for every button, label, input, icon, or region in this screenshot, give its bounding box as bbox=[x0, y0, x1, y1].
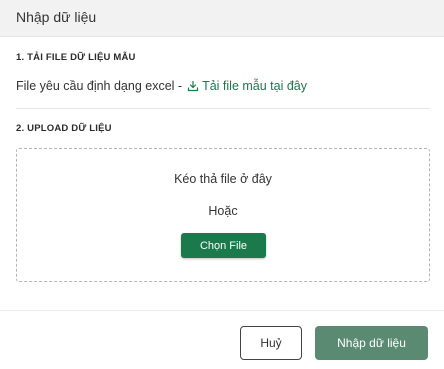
template-requirement-row: File yêu cầu định dạng excel - Tải file … bbox=[16, 79, 307, 93]
footer-divider bbox=[0, 310, 444, 311]
import-data-button[interactable]: Nhập dữ liệu bbox=[315, 326, 428, 360]
cancel-button[interactable]: Huỷ bbox=[240, 326, 302, 360]
file-dropzone[interactable]: Kéo thả file ở đây Hoặc Chọn File bbox=[16, 148, 430, 282]
download-icon bbox=[187, 80, 199, 92]
or-text: Hoặc bbox=[208, 204, 238, 218]
download-template-link[interactable]: Tải file mẫu tại đây bbox=[187, 79, 307, 93]
download-link-label: Tải file mẫu tại đây bbox=[202, 79, 307, 93]
choose-file-button[interactable]: Chọn File bbox=[181, 233, 266, 258]
import-data-dialog: Nhập dữ liệu 1. TẢI FILE DỮ LIỆU MẪU Fil… bbox=[0, 0, 444, 369]
template-section-title: 1. TẢI FILE DỮ LIỆU MẪU bbox=[16, 52, 136, 63]
upload-section-title: 2. UPLOAD DỮ LIỆU bbox=[16, 123, 112, 134]
dialog-title: Nhập dữ liệu bbox=[16, 9, 97, 25]
section-divider bbox=[16, 108, 430, 109]
dropzone-text: Kéo thả file ở đây bbox=[174, 172, 272, 186]
dialog-header: Nhập dữ liệu bbox=[0, 0, 444, 37]
requirement-text: File yêu cầu định dạng excel - bbox=[16, 79, 183, 93]
